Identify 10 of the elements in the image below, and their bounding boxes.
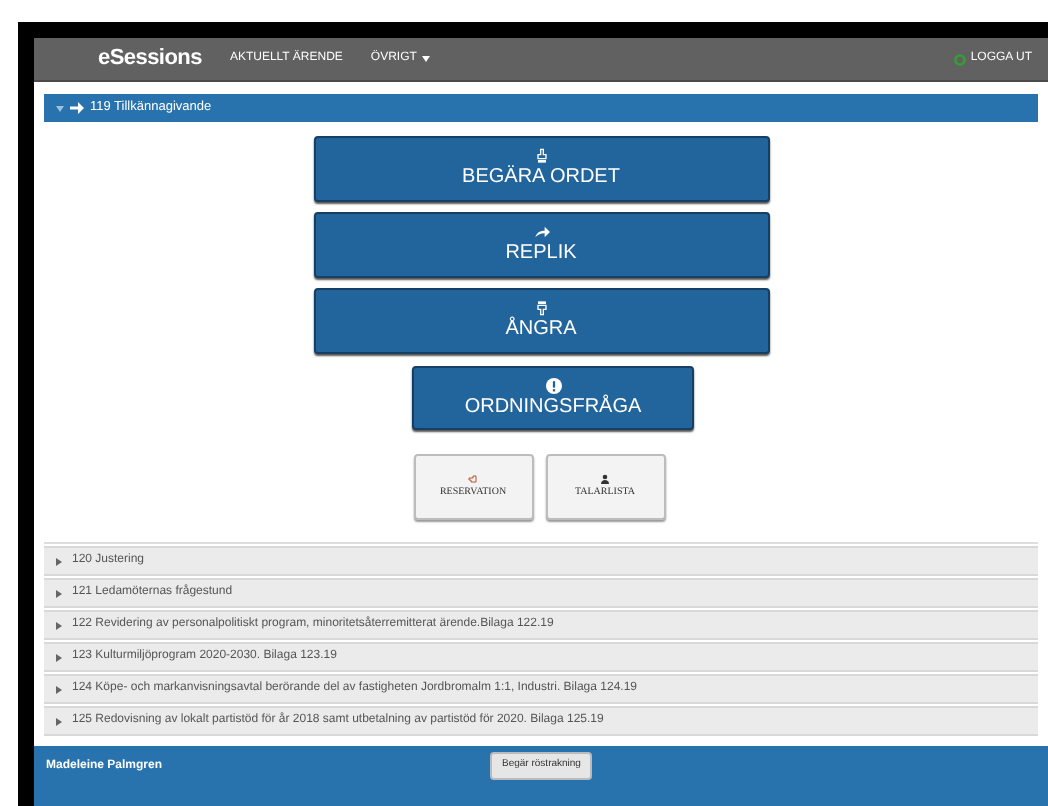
action-button[interactable]: REPLIK xyxy=(313,212,769,278)
action-button[interactable]: ORDNINGSFRÅGA xyxy=(412,366,694,430)
arrow-icon xyxy=(533,224,549,240)
arrow-right-icon xyxy=(70,102,84,114)
brand-logo[interactable]: eSessions xyxy=(98,42,202,76)
user-icon xyxy=(600,473,610,484)
caret-icon xyxy=(422,56,431,62)
action-button[interactable]: ÅNGRA xyxy=(313,288,769,354)
action-button[interactable]: BEGÄRA ORDET xyxy=(313,136,769,202)
exclamation-icon xyxy=(545,377,561,393)
